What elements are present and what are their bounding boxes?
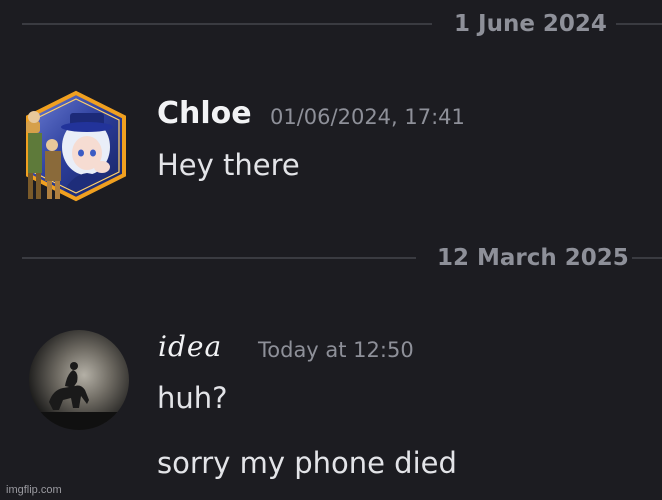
date-divider: 12 March 2025 [22,243,662,273]
divider-line [616,23,662,25]
divider-date: 12 March 2025 [437,245,629,271]
divider-line [22,23,432,25]
divider-line [22,257,416,259]
divider-line [632,257,662,259]
date-divider: 1 June 2024 [22,9,662,39]
username[interactable]: 𝑖𝑑𝑒𝑎 [158,330,222,363]
message-text: sorry my phone died [157,446,457,480]
message-text: Hey there [157,148,300,182]
message-timestamp: 01/06/2024, 17:41 [270,105,465,129]
watermark: imgflip.com [6,484,62,496]
message-timestamp: Today at 12:50 [258,338,414,362]
divider-date: 1 June 2024 [454,11,607,37]
avatar[interactable] [29,330,129,430]
message-text: huh? [157,381,228,415]
username[interactable]: Chloe [157,96,252,131]
avatar[interactable] [20,87,132,205]
